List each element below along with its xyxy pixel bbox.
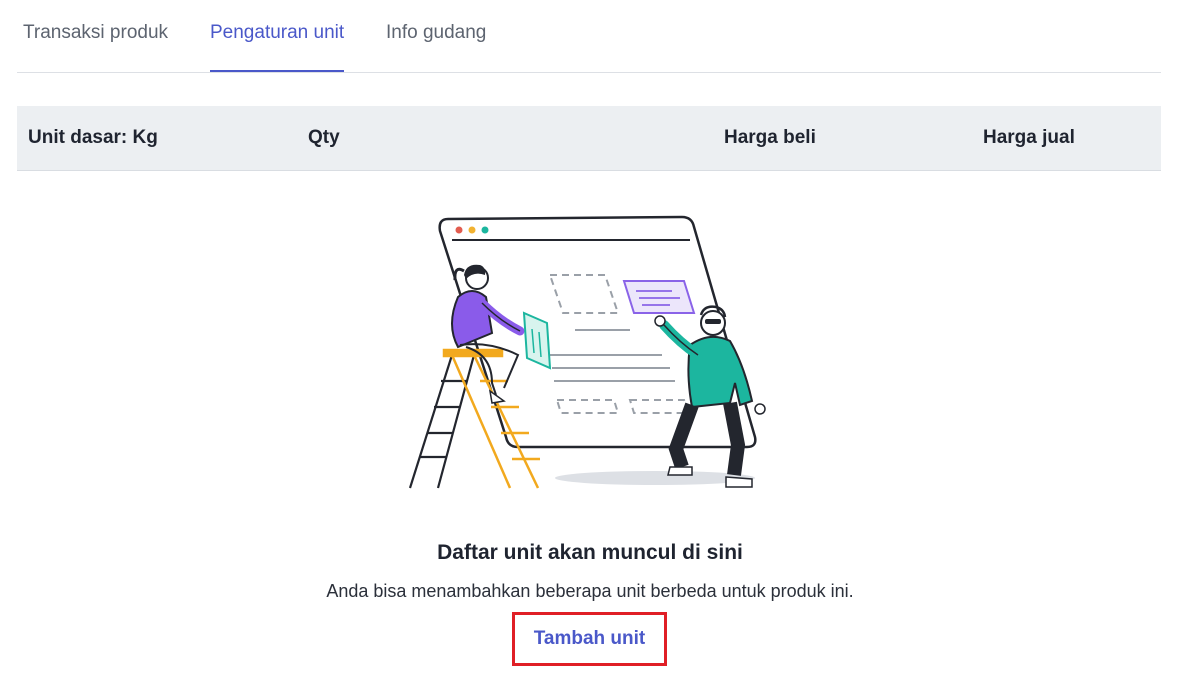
column-header-unit-dasar: Unit dasar: Kg bbox=[28, 127, 158, 148]
table-header: Unit dasar: Kg Qty Harga beli Harga jual bbox=[17, 106, 1161, 171]
tab-bar: Transaksi produk Pengaturan unit Info gu… bbox=[17, 0, 1161, 73]
empty-state-title: Daftar unit akan muncul di sini bbox=[437, 541, 743, 564]
tab-transaksi-produk[interactable]: Transaksi produk bbox=[23, 22, 168, 72]
column-header-harga-jual: Harga jual bbox=[983, 127, 1075, 148]
column-header-qty: Qty bbox=[308, 127, 340, 148]
column-header-harga-beli: Harga beli bbox=[724, 127, 816, 148]
add-unit-button[interactable]: Tambah unit bbox=[515, 615, 664, 663]
empty-state-description: Anda bisa menambahkan beberapa unit berb… bbox=[326, 581, 854, 601]
tab-pengaturan-unit[interactable]: Pengaturan unit bbox=[210, 22, 345, 72]
empty-state-illustration bbox=[400, 205, 780, 495]
add-unit-highlight: Tambah unit bbox=[512, 612, 667, 666]
tab-info-gudang[interactable]: Info gudang bbox=[386, 22, 486, 72]
